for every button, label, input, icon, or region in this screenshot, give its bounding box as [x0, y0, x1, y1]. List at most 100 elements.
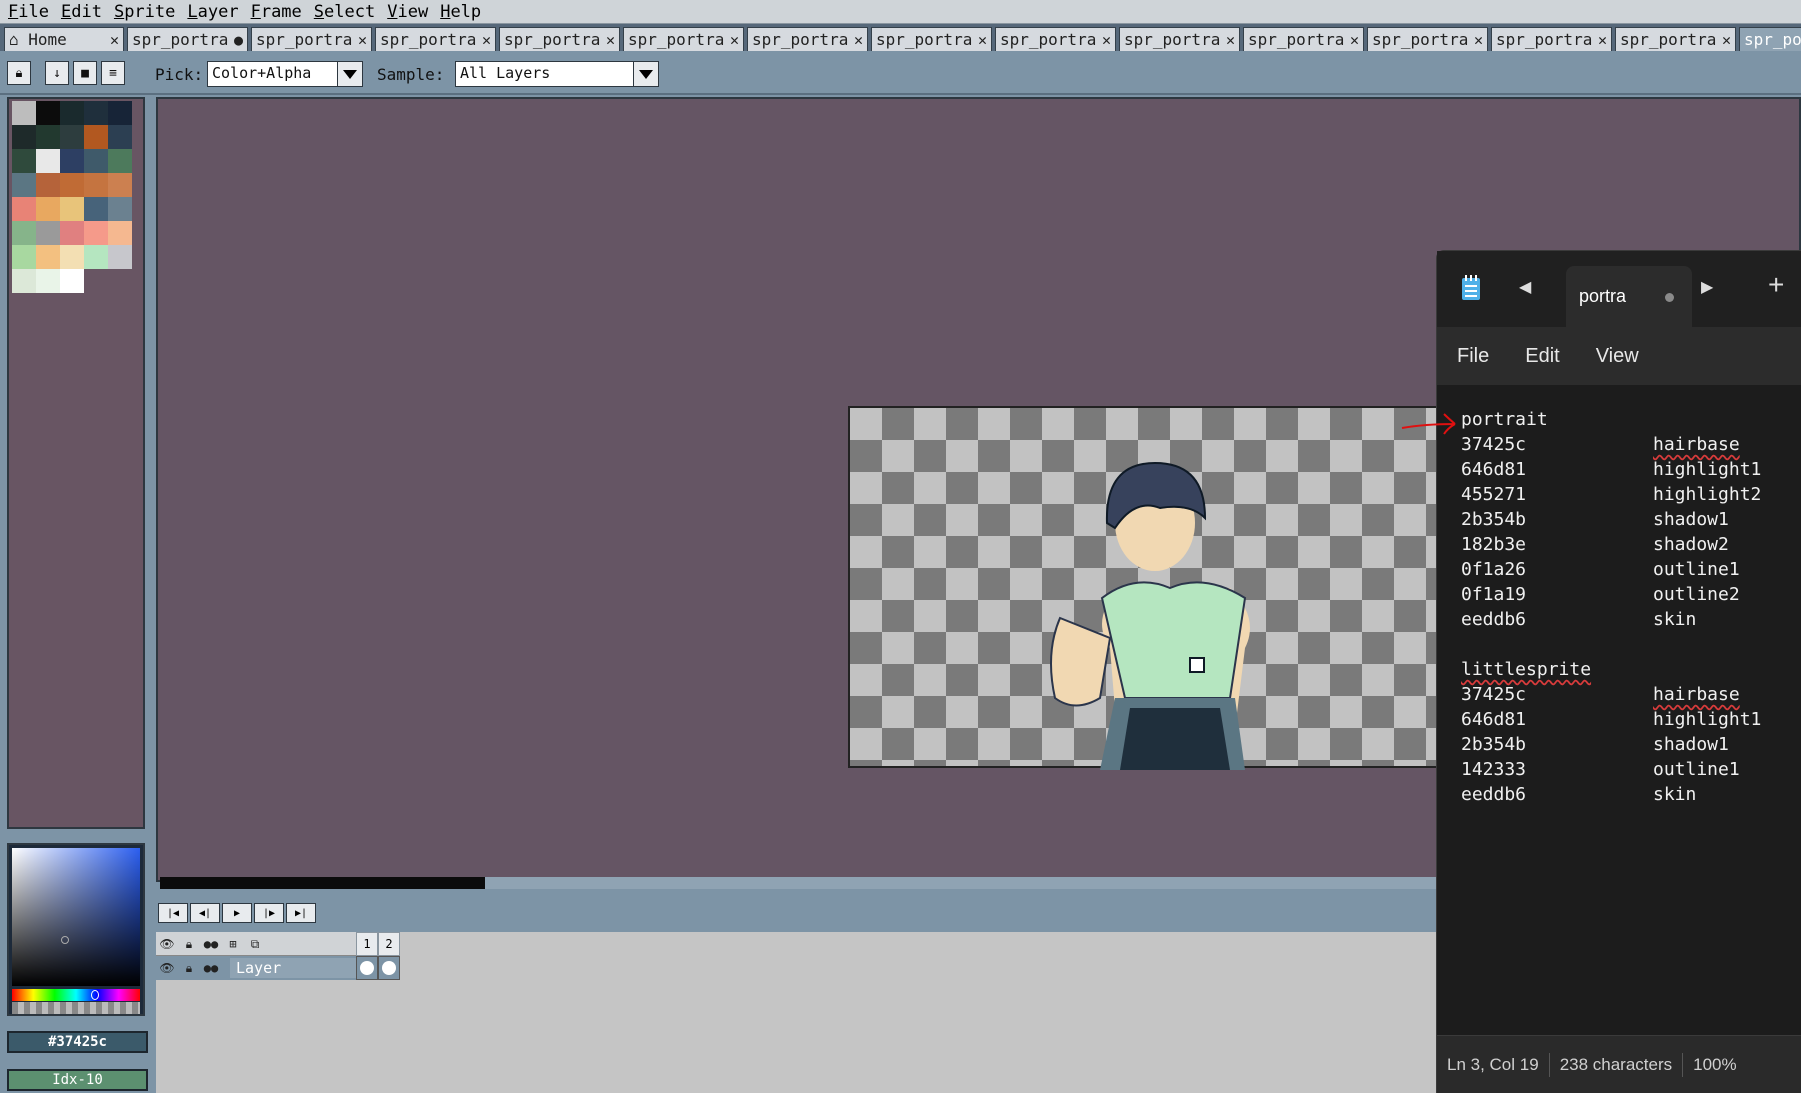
tab-sprite[interactable]: spr_portra ✕ [499, 27, 620, 51]
palette-swatch[interactable] [36, 221, 60, 245]
notepad-menu-view[interactable]: View [1596, 345, 1639, 368]
palette-swatch[interactable] [108, 101, 132, 125]
lock-icon[interactable]: 🔒︎ [179, 959, 199, 977]
palette-swatch[interactable] [108, 245, 132, 269]
palette-swatch[interactable] [12, 197, 36, 221]
cel-frame-1[interactable] [356, 956, 378, 980]
palette-swatch[interactable] [108, 125, 132, 149]
tab-sprite[interactable]: spr_portra ✕ [1615, 27, 1736, 51]
palette-swatch[interactable] [108, 173, 132, 197]
palette-swatch[interactable] [12, 101, 36, 125]
tab-sprite-active[interactable]: spr_po [1739, 27, 1801, 51]
menu-frame[interactable]: Frame [249, 2, 312, 22]
frame-header-2[interactable]: 2 [378, 932, 400, 956]
palette-swatch[interactable] [60, 245, 84, 269]
palette-swatch[interactable] [108, 197, 132, 221]
close-icon[interactable]: ✕ [1102, 31, 1111, 49]
tab-sprite[interactable]: spr_portra ✕ [1491, 27, 1612, 51]
arrow-down-icon[interactable]: ↓ [45, 61, 69, 85]
link-icon[interactable]: ●● [201, 959, 221, 977]
palette-swatch[interactable] [84, 245, 108, 269]
tab-sprite[interactable]: spr_portra ✕ [1119, 27, 1240, 51]
palette-swatch[interactable] [84, 221, 108, 245]
palette-swatch[interactable] [60, 197, 84, 221]
palette-swatch[interactable] [60, 125, 84, 149]
tab-sprite[interactable]: spr_portra ✕ [1367, 27, 1488, 51]
pick-select[interactable]: Color+Alpha [207, 61, 363, 87]
menu-view[interactable]: View [385, 2, 438, 22]
palette-swatch[interactable] [36, 149, 60, 173]
close-icon[interactable]: ✕ [1350, 31, 1359, 49]
menu-select[interactable]: Select [312, 2, 385, 22]
horizontal-scrollbar[interactable] [160, 877, 1440, 889]
onion-skin-icon[interactable]: ⧉ [245, 935, 265, 953]
close-icon[interactable]: ✕ [358, 31, 367, 49]
layer-name[interactable]: Layer [230, 958, 358, 978]
close-icon[interactable]: ✕ [1722, 31, 1731, 49]
close-icon[interactable]: ✕ [1226, 31, 1235, 49]
tab-sprite[interactable]: spr_portra ✕ [871, 27, 992, 51]
prev-frame-icon[interactable]: ◀| [190, 903, 220, 923]
close-icon[interactable]: ✕ [854, 31, 863, 49]
menu-help[interactable]: Help [438, 2, 491, 22]
palette-swatch[interactable] [60, 221, 84, 245]
palette-swatch[interactable] [12, 125, 36, 149]
palette-swatch[interactable] [84, 173, 108, 197]
palette-swatch[interactable] [60, 101, 84, 125]
notepad-menu-edit[interactable]: Edit [1525, 345, 1559, 368]
next-frame-icon[interactable]: |▶ [254, 903, 284, 923]
tab-scroll-left-icon[interactable]: ◀ [1519, 277, 1531, 297]
first-frame-icon[interactable]: |◀ [158, 903, 188, 923]
close-icon[interactable]: ● [234, 31, 243, 49]
alpha-slider[interactable] [12, 1002, 140, 1014]
palette-swatch[interactable] [84, 125, 108, 149]
tab-sprite[interactable]: spr_portra ✕ [251, 27, 372, 51]
square-icon[interactable]: ■ [73, 61, 97, 85]
palette-swatch[interactable] [108, 221, 132, 245]
palette-swatch[interactable] [36, 197, 60, 221]
palette-swatch[interactable] [84, 101, 108, 125]
play-icon[interactable]: ▶ [222, 903, 252, 923]
sample-select[interactable]: All Layers [455, 61, 659, 87]
tab-sprite[interactable]: spr_portra ✕ [375, 27, 496, 51]
palette-swatch[interactable] [12, 221, 36, 245]
close-icon[interactable]: ✕ [1598, 31, 1607, 49]
palette-index-field[interactable]: Idx-10 [7, 1069, 148, 1091]
color-picker[interactable] [7, 843, 145, 1016]
layer-row[interactable]: 👁︎ 🔒︎ ●● Layer [156, 956, 358, 980]
hex-color-field[interactable]: #37425c [7, 1031, 148, 1053]
chevron-down-icon[interactable] [337, 61, 363, 87]
link-icon[interactable]: ●● [201, 935, 221, 953]
palette-swatch[interactable] [36, 173, 60, 197]
palette-swatch[interactable] [60, 149, 84, 173]
saturation-value-field[interactable] [12, 848, 140, 986]
tab-home[interactable]: ⌂ Home ✕ [4, 27, 124, 51]
last-frame-icon[interactable]: ▶| [286, 903, 316, 923]
tab-scroll-right-icon[interactable]: ▶ [1701, 277, 1713, 297]
tab-sprite[interactable]: spr_portra ✕ [995, 27, 1116, 51]
lock-icon[interactable]: 🔒︎ [7, 61, 31, 85]
notepad-editor[interactable]: portrait 37425c hairbase 646d81 highlight1 45… [1437, 385, 1801, 1035]
palette-swatch[interactable] [12, 149, 36, 173]
close-icon[interactable]: ✕ [1474, 31, 1483, 49]
new-tab-icon[interactable]: + [1768, 269, 1784, 301]
eye-icon[interactable]: 👁︎ [157, 959, 177, 977]
close-icon[interactable]: ✕ [110, 31, 119, 49]
menu-edit[interactable]: Edit [59, 2, 112, 22]
close-icon[interactable]: ✕ [978, 31, 987, 49]
palette-swatch[interactable] [36, 101, 60, 125]
sprite-canvas[interactable] [848, 406, 1442, 770]
palette-swatch[interactable] [36, 269, 60, 293]
eye-icon[interactable]: 👁︎ [157, 935, 177, 953]
frame-header-1[interactable]: 1 [356, 932, 378, 956]
palette-swatch[interactable] [36, 245, 60, 269]
menu-sprite[interactable]: Sprite [112, 2, 185, 22]
scrollbar-thumb[interactable] [160, 877, 485, 889]
lock-icon[interactable]: 🔒︎ [179, 935, 199, 953]
notepad-tab[interactable]: portra [1566, 266, 1692, 327]
tab-sprite[interactable]: spr_portra ✕ [1243, 27, 1364, 51]
palette-swatch[interactable] [60, 173, 84, 197]
palette-swatch[interactable] [84, 197, 108, 221]
hue-slider[interactable] [12, 989, 140, 1001]
notepad-menu-file[interactable]: File [1457, 345, 1489, 368]
